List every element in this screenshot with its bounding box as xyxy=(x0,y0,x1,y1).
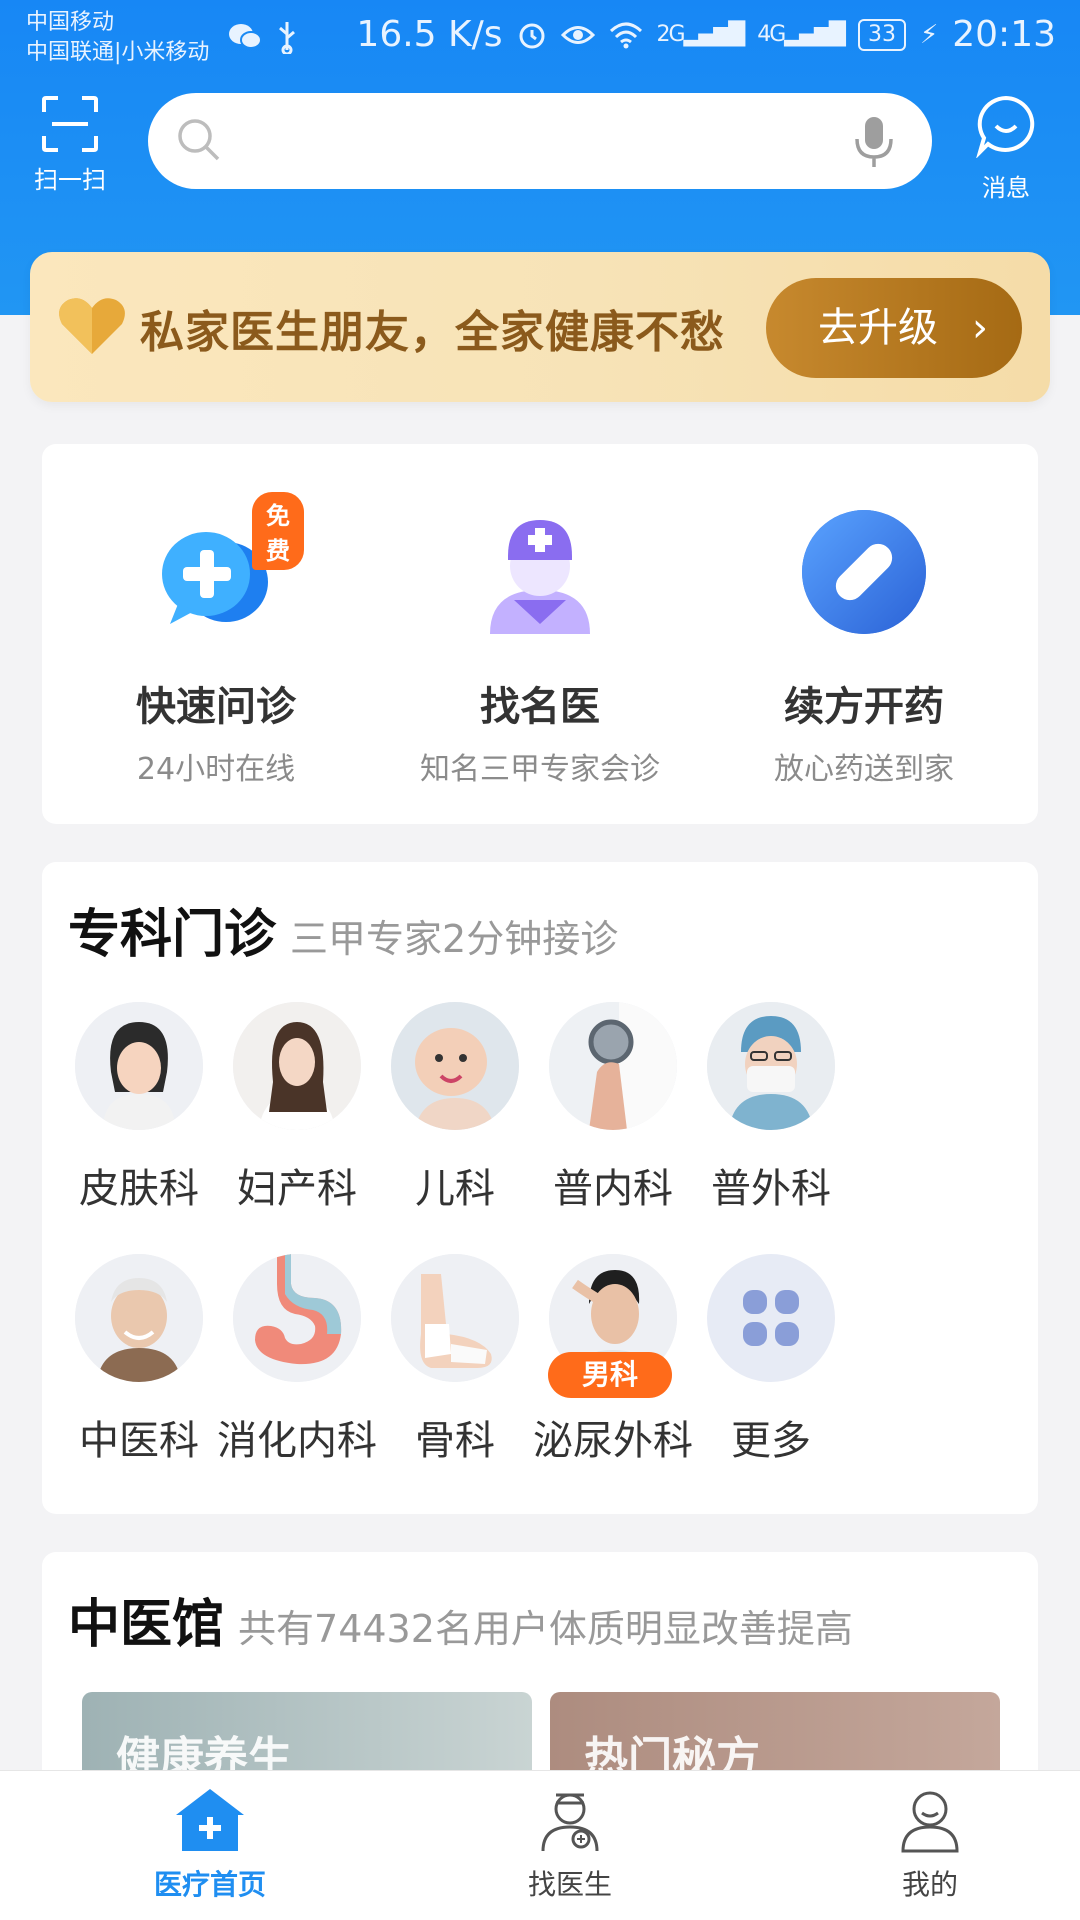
dept-avatar xyxy=(75,1254,203,1382)
carrier-1: 中国移动 xyxy=(26,10,115,35)
signal-4g: 4G▂▄▆█ xyxy=(757,22,846,47)
section-title: 专科门诊 三甲专家2分钟接诊 xyxy=(68,892,618,967)
service-title: 续方开药 xyxy=(784,684,944,730)
tcm-subtitle: 共有74432名用户体质明显改善提高 xyxy=(238,1607,853,1651)
usb-icon xyxy=(279,22,295,54)
chevron-right-icon: › xyxy=(972,305,988,351)
home-icon xyxy=(176,1789,244,1851)
status-bar: 中国移动 中国联通|小米移动 16.5 K/s 2G▂▄▆█ 4G▂▄▆█ 33… xyxy=(0,0,1080,80)
heart-icon xyxy=(59,298,125,354)
dept-avatar xyxy=(391,1002,519,1130)
upgrade-button-label: 去升级 xyxy=(818,305,938,351)
scan-label: 扫一扫 xyxy=(34,166,106,194)
service-subtitle: 知名三甲专家会诊 xyxy=(420,752,660,787)
user-icon xyxy=(901,1791,959,1853)
specialty-subtitle: 三甲专家2分钟接诊 xyxy=(290,917,619,961)
search-bar[interactable] xyxy=(148,93,932,189)
notification-icons xyxy=(228,20,298,54)
service-quick-consult[interactable]: 免费 快速问诊 24小时在线 xyxy=(56,492,376,788)
service-subtitle: 24小时在线 xyxy=(136,752,296,787)
clock: 20:13 xyxy=(952,14,1056,55)
promo-text: 私家医生朋友，全家健康不愁 xyxy=(140,307,725,358)
wechat-icon xyxy=(229,24,262,49)
carrier-2: 中国联通|小米移动 xyxy=(26,40,210,65)
service-title: 找名医 xyxy=(480,684,600,730)
search-icon xyxy=(178,119,220,161)
carrier-info: 中国移动 中国联通|小米移动 xyxy=(26,8,209,68)
scan-icon xyxy=(42,96,98,152)
nav-label: 找医生 xyxy=(527,1868,612,1901)
bottom-nav: 医疗首页 找医生 我的 xyxy=(0,1770,1080,1920)
promo-banner[interactable]: 私家医生朋友，全家健康不愁 去升级 › xyxy=(30,252,1050,402)
scan-button[interactable]: 扫一扫 xyxy=(30,96,110,195)
free-badge: 免费 xyxy=(252,492,304,570)
dept-more[interactable]: 更多 xyxy=(676,1254,866,1466)
specialty-card: 专科门诊 三甲专家2分钟接诊 皮肤科 妇产科 儿科 普内科 普外科 中医科 消化… xyxy=(42,862,1038,1514)
message-icon xyxy=(975,95,1035,159)
signal-4g-label: 4G xyxy=(757,22,786,47)
doctor-nav-icon xyxy=(541,1793,599,1852)
more-grid-icon xyxy=(707,1254,835,1382)
dept-avatar xyxy=(233,1002,361,1130)
dept-avatar xyxy=(549,1002,677,1130)
specialty-title: 专科门诊 xyxy=(68,905,277,965)
nav-label: 医疗首页 xyxy=(153,1868,266,1901)
dept-avatar xyxy=(391,1254,519,1382)
service-prescription[interactable]: 续方开药 放心药送到家 xyxy=(704,504,1024,788)
dept-label: 普外科 xyxy=(711,1166,831,1212)
charging-icon: ⚡ xyxy=(919,19,939,50)
status-right: 16.5 K/s 2G▂▄▆█ 4G▂▄▆█ 33 ⚡ 20:13 xyxy=(356,14,1056,55)
male-badge: 男科 xyxy=(548,1352,672,1398)
service-find-doctor[interactable]: 找名医 知名三甲专家会诊 xyxy=(380,504,700,788)
nav-profile[interactable]: 我的 xyxy=(830,1787,1030,1903)
tcm-title: 中医馆 xyxy=(68,1595,225,1655)
service-title: 快速问诊 xyxy=(136,684,296,730)
microphone-icon[interactable] xyxy=(852,115,896,171)
signal-2g-label: 2G xyxy=(656,22,686,47)
dept-avatar xyxy=(707,1002,835,1130)
pill-icon xyxy=(796,504,932,640)
dept-surgery[interactable]: 普外科 xyxy=(676,1002,866,1214)
message-label: 消息 xyxy=(982,174,1030,202)
wifi-icon xyxy=(609,22,642,48)
services-card: 免费 快速问诊 24小时在线 找名医 知名三甲专家会诊 续方开药 放心药送到家 xyxy=(42,444,1038,824)
dept-label: 更多 xyxy=(731,1418,811,1464)
message-button[interactable]: 消息 xyxy=(966,94,1046,203)
dept-avatar xyxy=(75,1002,203,1130)
upgrade-button[interactable]: 去升级 › xyxy=(766,278,1022,378)
eye-icon xyxy=(560,25,595,44)
service-subtitle: 放心药送到家 xyxy=(774,752,954,787)
chat-plus-icon: 免费 xyxy=(148,492,304,640)
doctor-icon xyxy=(472,504,608,640)
section-title: 中医馆 共有74432名用户体质明显改善提高 xyxy=(68,1582,853,1657)
nav-home[interactable]: 医疗首页 xyxy=(110,1787,310,1903)
battery-indicator: 33 xyxy=(857,18,906,51)
dept-avatar xyxy=(233,1254,361,1382)
nav-find-doctor[interactable]: 找医生 xyxy=(470,1787,670,1903)
nav-label: 我的 xyxy=(901,1868,958,1901)
signal-2g: 2G▂▄▆█ xyxy=(656,22,746,47)
alarm-icon xyxy=(519,23,545,48)
network-speed: 16.5 K/s xyxy=(356,14,503,55)
